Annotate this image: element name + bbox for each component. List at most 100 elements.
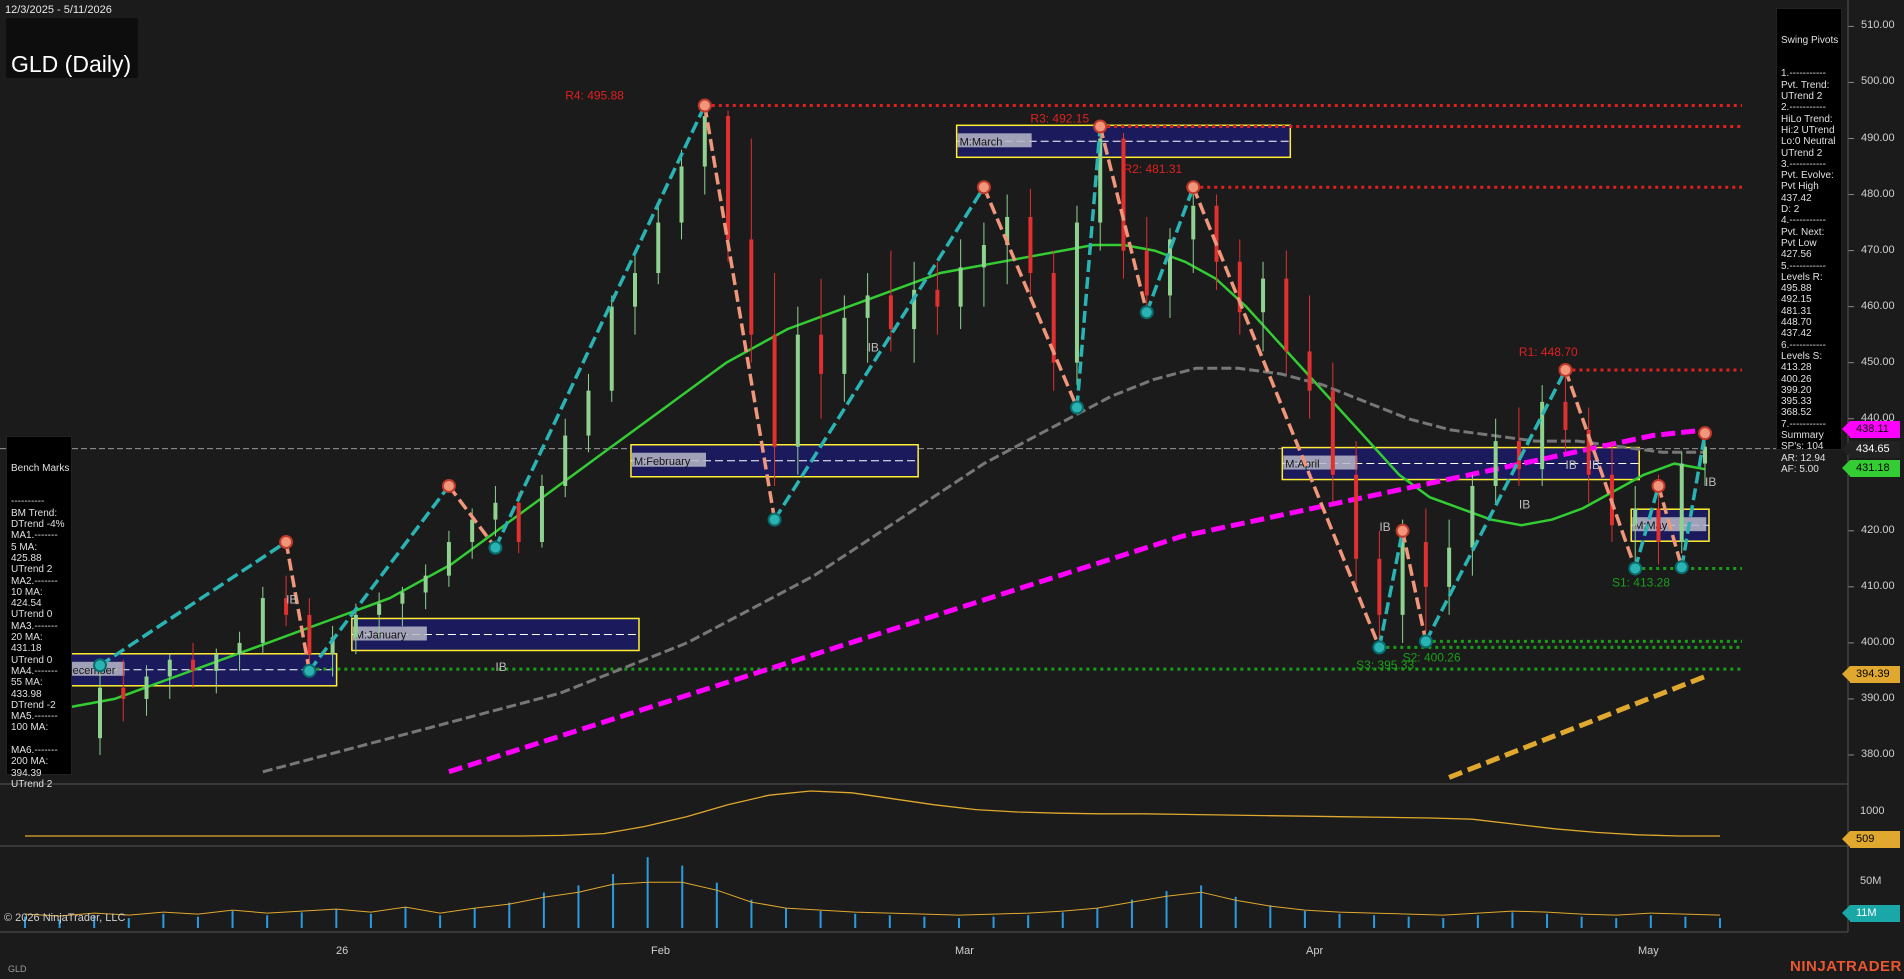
candle-body xyxy=(1470,485,1475,548)
price-axis-tick: 480.00 xyxy=(1861,187,1895,200)
ib-marker: IB xyxy=(1705,475,1716,489)
candle-body xyxy=(586,390,591,436)
indicator-value-tag: 509 xyxy=(1842,831,1900,848)
candle-body xyxy=(98,687,102,739)
swing-pivots-line: 413.28 xyxy=(1781,362,1812,374)
swing-pivots-panel: Swing Pivots 1.----------- Pvt. Trend: UTr… xyxy=(1776,8,1842,475)
copyright: © 2026 NinjaTrader, LLC xyxy=(4,912,126,924)
price-axis-tick: 420.00 xyxy=(1861,523,1895,536)
candle-body xyxy=(958,267,963,307)
price-tag: 434.65 xyxy=(1842,440,1900,458)
swing-pivot-line xyxy=(1424,369,1567,643)
chart-annotations: R4: 495.88 R3: 492.15 R2: 481.31 R1: 448.70… xyxy=(286,89,1716,674)
volume-value-tag: 11M xyxy=(1842,905,1900,922)
bench-marks-line: UTrend 0 xyxy=(11,654,53,666)
candle-body xyxy=(656,222,661,274)
x-axis-label: Feb xyxy=(651,945,670,957)
pivot-high-marker xyxy=(697,98,712,113)
pivot-high-marker xyxy=(441,478,456,493)
pivot-high-marker xyxy=(279,535,294,550)
bench-marks-line xyxy=(11,734,67,745)
swing-pivots-line: SP's: 104 xyxy=(1781,441,1824,453)
price-axis-tick: 470.00 xyxy=(1861,243,1895,256)
swing-pivots-line: Levels R: xyxy=(1781,271,1823,283)
swing-pivots-line: 3.----------- xyxy=(1781,158,1826,170)
bench-marks-line: 394.39 xyxy=(11,767,42,779)
candle-body xyxy=(1121,138,1126,251)
swing-pivots-line: 4.----------- xyxy=(1781,215,1826,227)
bench-marks-line: 10 MA: xyxy=(11,586,43,598)
pivot-low-marker xyxy=(767,512,782,527)
candle-body xyxy=(1354,474,1359,559)
swing-pivot-line xyxy=(1377,530,1405,648)
chart-title: GLD (Daily) xyxy=(11,51,132,77)
candle-body xyxy=(214,654,219,671)
swing-pivots-line: Levels S: xyxy=(1781,350,1823,362)
candle-body xyxy=(167,659,172,677)
bench-marks-line: 433.98 xyxy=(11,688,42,700)
swing-pivot-line xyxy=(493,104,707,549)
bench-marks-line: 425.88 xyxy=(11,552,42,564)
candle-body xyxy=(888,295,893,330)
pivot-high-marker xyxy=(1395,523,1410,538)
candle-body xyxy=(1307,351,1312,391)
bench-marks-line: 424.54 xyxy=(11,598,42,610)
swing-pivots-line: 492.15 xyxy=(1781,294,1812,306)
pivot-low-marker xyxy=(302,663,317,678)
candle-body xyxy=(726,116,731,240)
price-axis-tick: 410.00 xyxy=(1861,579,1895,592)
bench-marks-line: 100 MA: xyxy=(11,722,49,734)
bench-marks-line: BM Trend: xyxy=(11,507,58,519)
swing-pivot-line xyxy=(1400,530,1428,642)
swing-pivots-line: 6.----------- xyxy=(1781,339,1826,351)
month-label: M:May xyxy=(1634,520,1668,532)
pivot-high-marker xyxy=(1558,362,1573,377)
chart-grid xyxy=(0,25,1854,756)
bench-marks-line: MA4.------- xyxy=(11,665,58,677)
candle-body xyxy=(981,244,986,268)
swing-pivots-line: Hi:2 UTrend xyxy=(1781,124,1835,136)
candle-body xyxy=(493,502,498,520)
ib-marker: IB xyxy=(1519,497,1530,511)
x-axis-label: Apr xyxy=(1306,945,1324,957)
bench-marks-line: 431.18 xyxy=(11,643,42,655)
candle-body xyxy=(749,239,754,335)
r1-label: R1: 448.70 xyxy=(1519,345,1578,359)
bench-marks-line: MA3.------- xyxy=(11,620,58,632)
bench-marks-line: 200 MA: xyxy=(11,756,49,768)
candle-body xyxy=(191,659,196,671)
price-tag-value: 431.18 xyxy=(1856,462,1890,475)
swing-pivots-line: 437.42 xyxy=(1781,192,1812,204)
candle-body xyxy=(563,435,568,486)
pivot-low-marker xyxy=(1069,400,1084,415)
month-label: M:March xyxy=(960,136,1003,148)
bench-marks-line: MA2.------- xyxy=(11,575,58,587)
bench-marks-line: DTrend -2 xyxy=(11,699,56,711)
bench-marks-line: UTrend 2 xyxy=(11,778,53,790)
price-chart[interactable]: M:DecemberM:JanuaryM:FebruaryM:MarchM:Ap… xyxy=(0,0,1904,979)
swing-pivots-line: 495.88 xyxy=(1781,283,1812,295)
pivot-high-marker xyxy=(1698,426,1712,441)
ib-marker: IB xyxy=(1565,458,1576,472)
candle-body xyxy=(539,485,544,543)
candle-body xyxy=(377,603,382,615)
x-axis-label: Mar xyxy=(955,945,974,957)
swing-pivots-line: 437.42 xyxy=(1781,328,1812,340)
price-tag: 394.39 xyxy=(1842,666,1900,684)
swing-pivots-line: Lo:0 Neutral xyxy=(1781,136,1836,148)
candle-body xyxy=(121,687,126,699)
swing-pivots-line: UTrend 2 xyxy=(1781,91,1823,103)
candle-body xyxy=(1261,278,1266,313)
r4-label: R4: 495.88 xyxy=(565,89,624,103)
swing-pivots-line: Pvt. Next: xyxy=(1781,226,1825,238)
bench-marks-line: UTrend 2 xyxy=(11,564,53,576)
bench-marks-line: 20 MA: xyxy=(11,632,43,644)
indicator-line xyxy=(25,790,1720,837)
price-tag-value: 438.11 xyxy=(1856,423,1889,436)
swing-pivots-line: Pvt Low xyxy=(1781,237,1817,249)
swing-pivots-line: 448.70 xyxy=(1781,317,1812,329)
volume-average-line xyxy=(24,881,1721,917)
pivot-low-marker xyxy=(93,658,107,673)
date-range: 12/3/2025 - 5/11/2026 xyxy=(5,4,112,16)
ib-marker: IB xyxy=(1589,458,1600,472)
